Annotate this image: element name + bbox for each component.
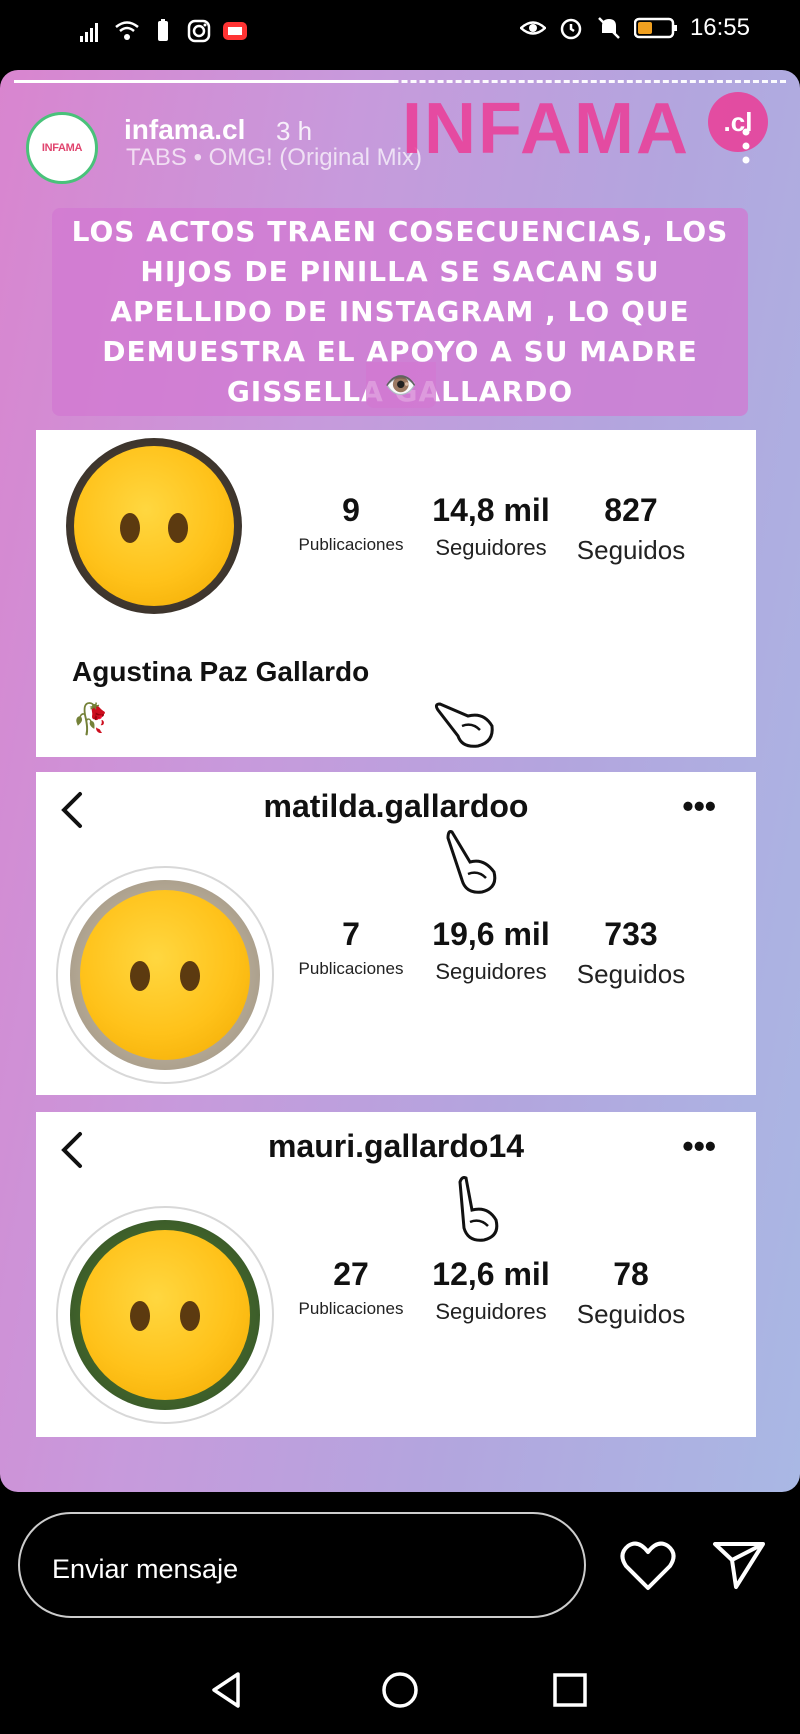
story-progress-fill bbox=[14, 80, 394, 83]
home-icon[interactable] bbox=[380, 1670, 420, 1710]
signal-icon bbox=[80, 23, 98, 42]
profile-stats: 7 Publicaciones 19,6 mil Seguidores 733 … bbox=[286, 916, 696, 990]
followers-label: Seguidores bbox=[435, 535, 547, 560]
profile-card-agustina: 9 Publicaciones 14,8 mil Seguidores 827 … bbox=[36, 430, 756, 757]
followers-count: 19,6 mil bbox=[432, 916, 550, 952]
post-time: 3 h bbox=[276, 116, 313, 146]
followers-label: Seguidores bbox=[435, 1299, 547, 1324]
emoji-eye bbox=[130, 961, 150, 992]
music-attribution[interactable]: TABS • OMG! (Original Mix) bbox=[126, 144, 422, 172]
posts-stat[interactable]: 7 Publicaciones bbox=[286, 916, 416, 990]
following-stat[interactable]: 78 Seguidos bbox=[566, 1256, 696, 1330]
send-direct-icon[interactable] bbox=[712, 1540, 766, 1590]
reply-placeholder: Enviar mensaje bbox=[52, 1554, 239, 1584]
profile-card-mauri: mauri.gallardo14 ••• 27 Publicaciones 12… bbox=[36, 1112, 756, 1437]
wifi-icon bbox=[115, 21, 139, 40]
story-viewer[interactable]: INFAMA infama.cl 3 h TABS • OMG! (Origin… bbox=[0, 70, 800, 1492]
face-emoji-sticker bbox=[80, 1230, 250, 1400]
followers-count: 12,6 mil bbox=[432, 1256, 550, 1292]
emoji-eye bbox=[130, 1301, 150, 1332]
mute-icon bbox=[598, 17, 620, 39]
status-bar: 16:55 bbox=[0, 0, 800, 64]
youtube-icon bbox=[223, 22, 247, 40]
posts-stat[interactable]: 9 Publicaciones bbox=[286, 492, 416, 566]
emoji-eye bbox=[168, 513, 188, 544]
profile-more-button[interactable]: ••• bbox=[682, 1128, 716, 1165]
battery-icon bbox=[633, 17, 677, 39]
face-emoji-sticker bbox=[74, 446, 234, 606]
account-username[interactable]: infama.cl bbox=[124, 114, 245, 146]
followers-stat[interactable]: 14,8 mil Seguidores bbox=[416, 492, 566, 566]
following-stat[interactable]: 733 Seguidos bbox=[566, 916, 696, 990]
clock: 16:55 bbox=[689, 14, 750, 41]
pointing-hand-icon bbox=[458, 1176, 499, 1242]
following-count: 78 bbox=[613, 1256, 649, 1292]
emoji-eye bbox=[180, 961, 200, 992]
profile-card-matilda: matilda.gallardoo ••• 7 Publicaciones 19… bbox=[36, 772, 756, 1095]
more-options-icon[interactable] bbox=[742, 126, 750, 166]
status-right-icons: 16:55 bbox=[519, 14, 750, 42]
avatar-logo-text: INFAMA bbox=[41, 142, 83, 154]
profile-full-name: Agustina Paz Gallardo bbox=[72, 656, 370, 687]
posts-label: Publicaciones bbox=[298, 535, 404, 554]
posts-count: 7 bbox=[342, 916, 360, 952]
profile-more-button[interactable]: ••• bbox=[682, 788, 716, 825]
posts-stat[interactable]: 27 Publicaciones bbox=[286, 1256, 416, 1330]
profile-handle: matilda.gallardoo bbox=[263, 788, 529, 824]
status-left-icons bbox=[78, 18, 248, 44]
posts-label: Publicaciones bbox=[298, 1299, 404, 1318]
account-avatar[interactable]: INFAMA bbox=[26, 112, 98, 184]
profile-handle: mauri.gallardo14 bbox=[267, 1128, 525, 1164]
like-heart-icon[interactable] bbox=[620, 1540, 676, 1592]
posts-count: 9 bbox=[342, 492, 360, 528]
following-count: 827 bbox=[604, 492, 658, 528]
posts-count: 27 bbox=[333, 1256, 369, 1292]
following-label: Seguidos bbox=[576, 1299, 686, 1329]
emoji-eye bbox=[120, 513, 140, 544]
posts-label: Publicaciones bbox=[298, 959, 404, 978]
instagram-icon bbox=[187, 19, 211, 43]
brand-badge: .cl bbox=[708, 92, 768, 152]
battery-saver-icon bbox=[158, 19, 168, 41]
followers-stat[interactable]: 12,6 mil Seguidores bbox=[416, 1256, 566, 1330]
emoji-eye bbox=[180, 1301, 200, 1332]
following-label: Seguidos bbox=[576, 959, 686, 989]
alarm-icon bbox=[560, 18, 582, 40]
following-stat[interactable]: 827 Seguidos bbox=[566, 492, 696, 566]
followers-count: 14,8 mil bbox=[432, 492, 550, 528]
brand-watermark: INFAMA bbox=[402, 89, 690, 169]
face-emoji-sticker bbox=[80, 890, 250, 1060]
followers-label: Seguidores bbox=[435, 959, 547, 984]
profile-stats: 9 Publicaciones 14,8 mil Seguidores 827 … bbox=[286, 492, 696, 566]
eye-comfort-icon bbox=[519, 21, 546, 35]
pointing-hand-icon bbox=[434, 702, 494, 748]
bio-emoji: 🥀 bbox=[72, 703, 110, 736]
following-count: 733 bbox=[604, 916, 658, 952]
eye-emoji: 👁️ bbox=[366, 362, 436, 408]
followers-stat[interactable]: 19,6 mil Seguidores bbox=[416, 916, 566, 990]
following-label: Seguidos bbox=[576, 535, 686, 565]
recents-icon[interactable] bbox=[550, 1670, 590, 1710]
pointing-hand-icon bbox=[446, 830, 497, 894]
system-navigation-bar bbox=[0, 1640, 800, 1734]
back-icon[interactable] bbox=[208, 1670, 248, 1710]
profile-stats: 27 Publicaciones 12,6 mil Seguidores 78 … bbox=[286, 1256, 696, 1330]
